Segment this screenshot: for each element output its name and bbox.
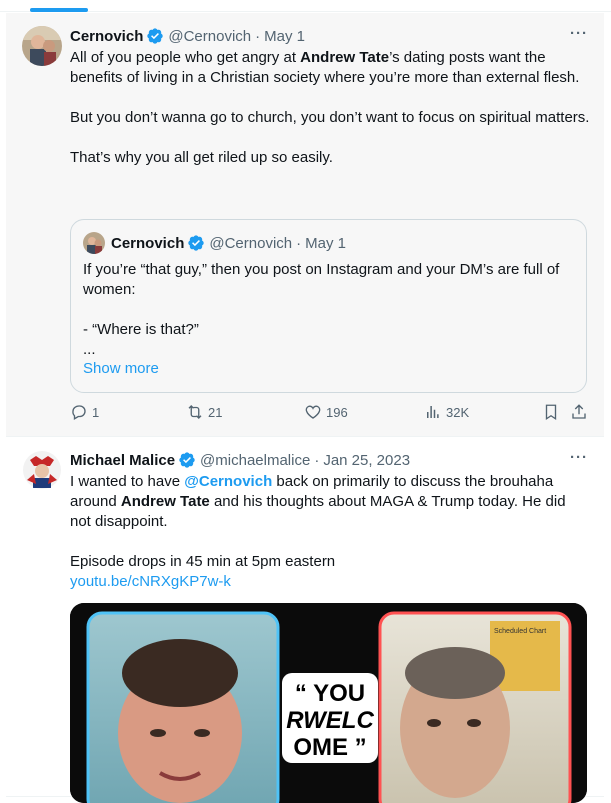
retweet-count: 21 — [208, 404, 223, 420]
quoted-tweet[interactable]: Cernovich @Cernovich · May 1 If you’re “… — [70, 219, 587, 393]
caption-line-1: “ YOU — [295, 680, 365, 707]
share-icon — [572, 404, 586, 419]
bookmark-icon — [545, 404, 557, 421]
highlight-term: Andrew Tate — [300, 49, 390, 66]
caption-line-3: OME ” — [293, 734, 366, 761]
views-count: 32K — [446, 404, 470, 420]
author-handle[interactable]: @Cernovich — [168, 28, 251, 45]
more-options-icon[interactable]: ··· — [570, 449, 588, 466]
views-button[interactable]: 32K — [424, 403, 469, 421]
show-more-link[interactable]: Show more — [83, 360, 159, 377]
mention-link[interactable]: @Cernovich — [184, 473, 272, 490]
tweet-date[interactable]: Jan 25, 2023 — [323, 452, 410, 469]
quoted-avatar — [83, 232, 105, 254]
chart-poster-label: Scheduled Chart — [494, 628, 546, 635]
tweet-actions: 1 21 196 32K — [70, 403, 590, 425]
tweet-michaelmalice[interactable]: Michael Malice @michaelmalice · Jan 25, … — [6, 437, 604, 803]
tweet-cernovich[interactable]: Cernovich @Cernovich · May 1 ··· All of … — [6, 13, 604, 437]
views-icon — [427, 406, 439, 418]
top-tab-bar — [0, 0, 611, 12]
tweet-text: I wanted to have @Cernovich back on prim… — [70, 473, 566, 590]
author-name[interactable]: Michael Malice — [70, 452, 175, 469]
caption-line-2: RWELC — [286, 707, 374, 734]
quoted-author-name: Cernovich — [111, 234, 185, 252]
author-handle[interactable]: @michaelmalice — [200, 452, 310, 469]
separator-dot: · — [314, 451, 320, 469]
avatar[interactable] — [22, 450, 62, 490]
reply-icon — [72, 405, 86, 420]
quoted-tweet-header: Cernovich @Cernovich · May 1 — [83, 232, 346, 254]
retweet-button[interactable]: 21 — [186, 403, 222, 421]
quoted-tweet-text: If you’re “that guy,” then you post on I… — [83, 261, 560, 358]
tweet-date[interactable]: May 1 — [264, 28, 305, 45]
youtube-link[interactable]: youtu.be/cNRXgKP7w-k — [70, 573, 231, 590]
active-tab-indicator — [30, 8, 88, 12]
like-count: 196 — [326, 404, 348, 420]
reply-count: 1 — [92, 404, 100, 420]
heart-icon — [305, 405, 321, 419]
quoted-author-handle: @Cernovich — [209, 234, 293, 252]
tweet-header: Michael Malice @michaelmalice · Jan 25, … — [70, 449, 592, 471]
retweet-icon — [188, 405, 202, 419]
verified-badge-icon — [187, 234, 205, 252]
tweet-text: All of you people who get angry at Andre… — [70, 49, 590, 166]
bookmark-button[interactable] — [542, 403, 564, 421]
author-name[interactable]: Cernovich — [70, 28, 143, 45]
verified-badge-icon — [178, 451, 196, 469]
tweet-header: Cernovich @Cernovich · May 1 ··· — [70, 25, 592, 47]
reply-button[interactable]: 1 — [70, 403, 99, 421]
quoted-tweet-date: May 1 — [305, 234, 346, 252]
highlight-term: Andrew Tate — [120, 493, 210, 510]
like-button[interactable]: 196 — [304, 403, 348, 421]
avatar[interactable] — [22, 26, 62, 66]
video-thumbnail[interactable]: Scheduled Chart “ YOU RWELC OME ” — [70, 603, 587, 803]
share-button[interactable] — [570, 403, 592, 421]
more-options-icon[interactable]: ··· — [570, 25, 588, 42]
separator-dot: · — [255, 27, 261, 45]
verified-badge-icon — [146, 27, 164, 45]
separator-dot: · — [296, 234, 302, 252]
